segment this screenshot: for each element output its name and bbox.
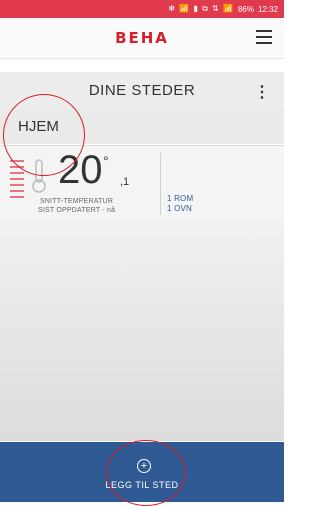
beha-logo: BEHA	[115, 29, 169, 47]
more-options-icon[interactable]: ⋮	[254, 82, 270, 102]
status-bar: ✻ 📶 ▮ ⧉ ⇅ 📶 86% 12:32	[0, 0, 284, 18]
app-header: BEHA	[0, 18, 284, 59]
rooms-count: 1 ROM	[167, 194, 194, 203]
highlight-circle	[106, 440, 186, 506]
hamburger-menu-icon[interactable]	[256, 30, 272, 44]
status-time: 12:32	[257, 4, 278, 14]
temperature-label: SNITT-TEMPERATUR	[40, 198, 114, 205]
last-updated-label: SIST OPPDATERT - nå	[38, 207, 116, 214]
empty-area	[0, 221, 284, 441]
degree-symbol: °	[103, 153, 109, 169]
card-divider	[160, 153, 161, 215]
ovens-count: 1 OVN	[167, 204, 193, 213]
highlight-circle	[3, 94, 85, 176]
battery-level: 86%	[237, 4, 254, 14]
temperature-decimal: ,1	[120, 176, 130, 188]
status-icons: ✻ 📶 ▮ ⧉ ⇅ 📶	[168, 4, 234, 13]
